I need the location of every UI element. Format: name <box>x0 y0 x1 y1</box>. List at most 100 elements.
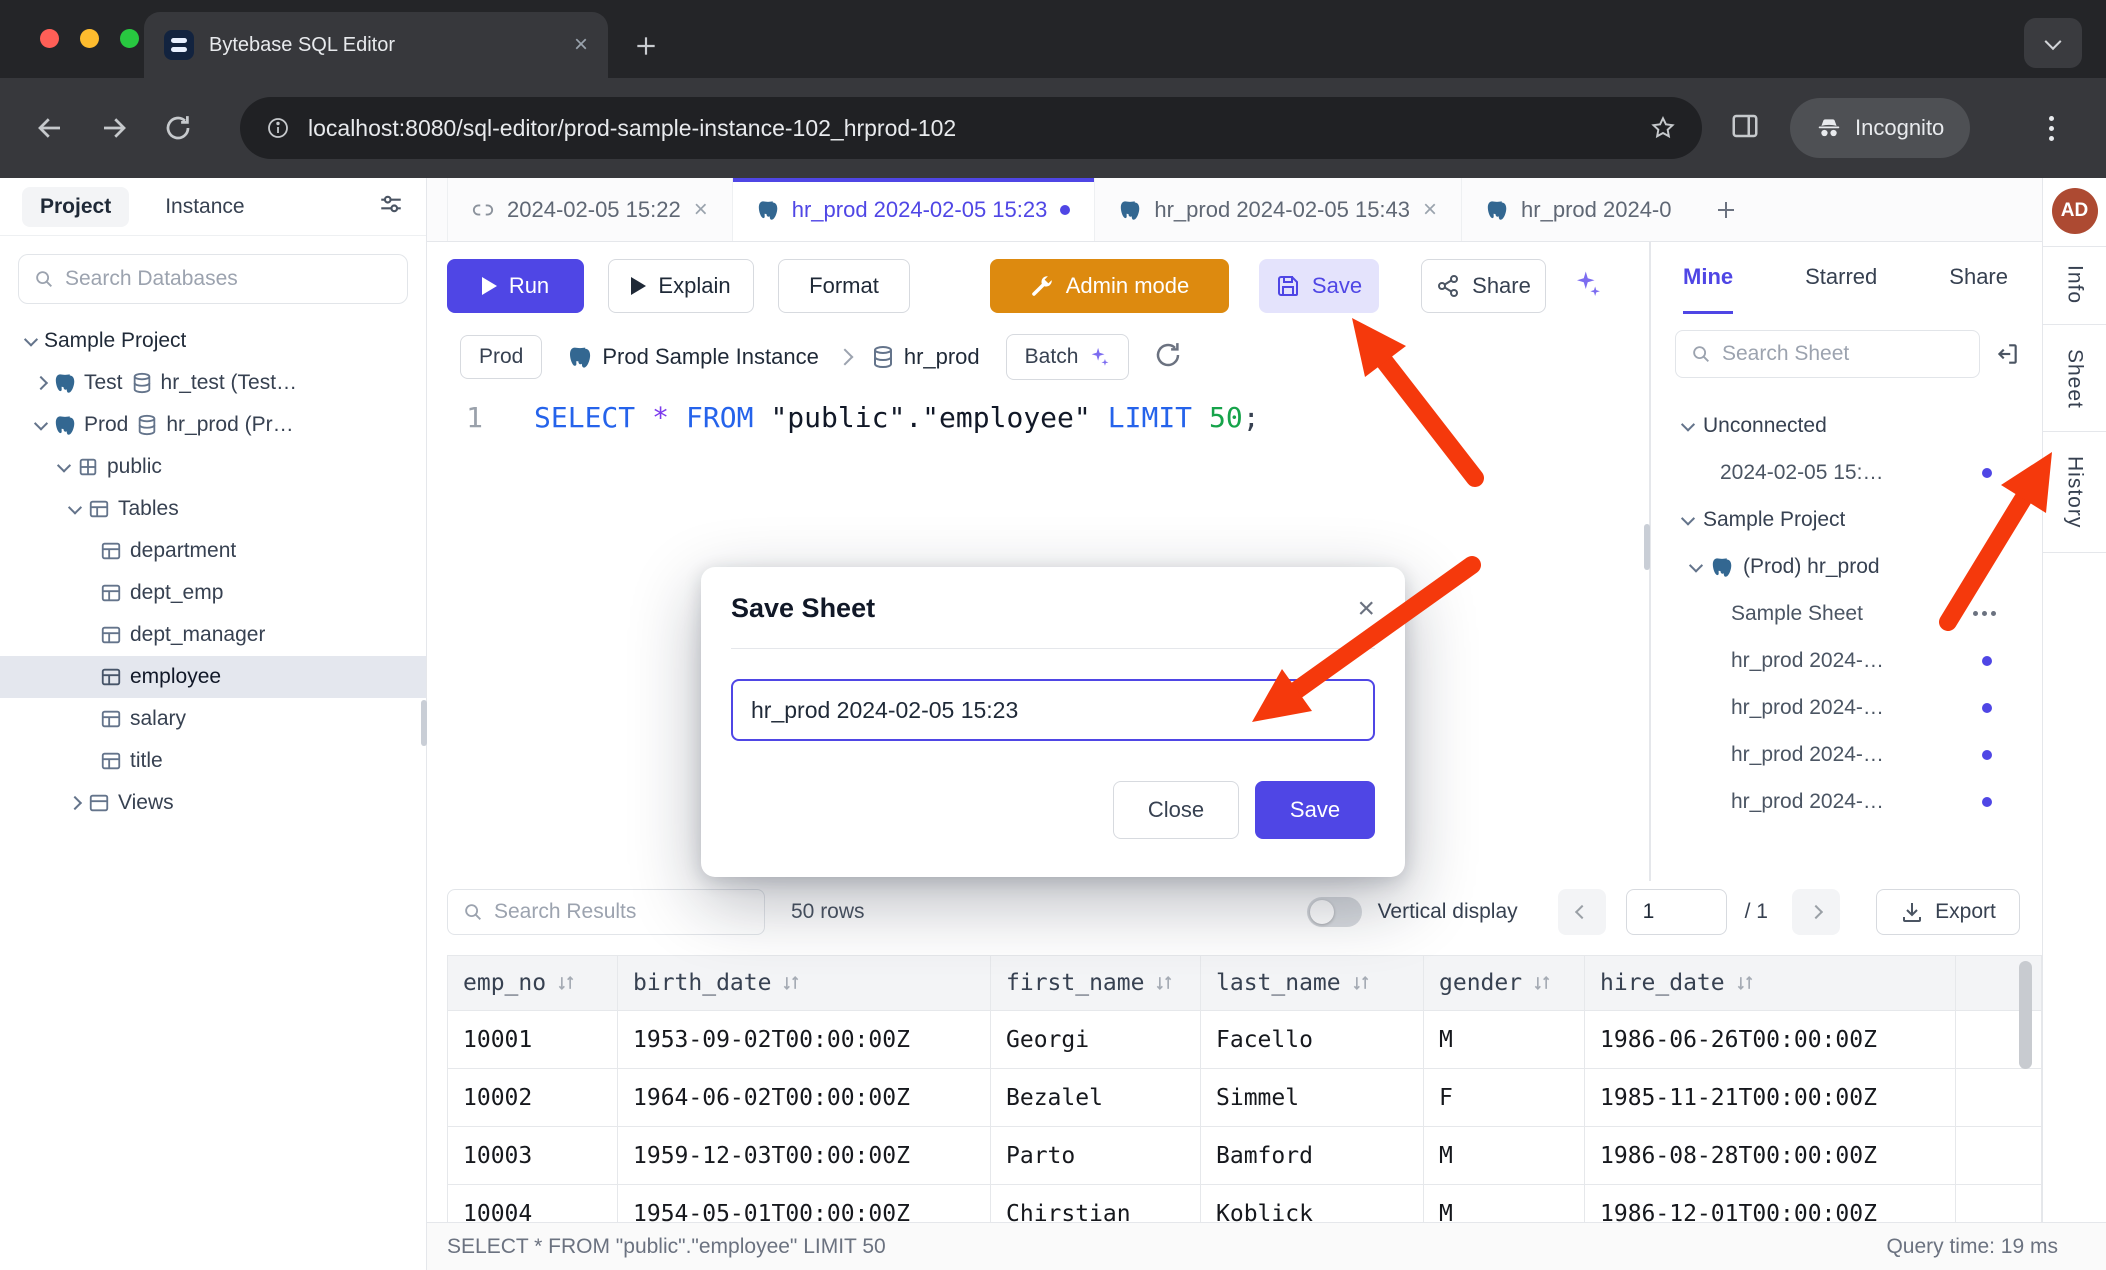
sheet-tab-active[interactable]: hr_prod 2024-02-05 15:23 <box>733 178 1096 241</box>
instance-breadcrumb[interactable]: Prod Sample Instance <box>568 344 818 370</box>
collapse-panel-icon[interactable] <box>1994 341 2020 367</box>
user-avatar[interactable]: AD <box>2052 188 2098 234</box>
sheet-tab[interactable]: hr_prod 2024-0 <box>1462 178 1695 241</box>
share-button[interactable]: Share <box>1421 259 1546 313</box>
admin-mode-button[interactable]: Admin mode <box>990 259 1229 313</box>
column-header[interactable]: last_name <box>1201 955 1424 1011</box>
tree-node-tables[interactable]: Tables <box>0 488 426 530</box>
sheet-tab[interactable]: 2024-02-05 15:22 × <box>447 178 733 241</box>
sheet-search-input[interactable] <box>1722 342 1965 366</box>
rail-tab-sheet[interactable]: Sheet <box>2063 349 2087 409</box>
cell[interactable]: Bamford <box>1201 1127 1424 1185</box>
tree-node-project[interactable]: Sample Project <box>0 320 426 362</box>
cell[interactable]: 10003 <box>447 1127 618 1185</box>
panel-resize-handle[interactable] <box>1644 524 1650 570</box>
tree-node-table[interactable]: salary <box>0 698 426 740</box>
column-header[interactable]: hire_date <box>1585 955 1956 1011</box>
prev-page-button[interactable] <box>1558 889 1606 935</box>
sheet-item[interactable]: 2024-02-05 15:… <box>1651 449 2042 496</box>
results-search[interactable] <box>447 889 765 935</box>
cell[interactable]: Koblick <box>1201 1185 1424 1222</box>
sidebar-tab-project[interactable]: Project <box>22 187 129 227</box>
explain-button[interactable]: Explain <box>608 259 754 313</box>
environment-chip[interactable]: Prod <box>460 335 542 379</box>
ai-assistant-button[interactable] <box>1572 269 1602 304</box>
sort-icon[interactable] <box>556 973 576 993</box>
database-breadcrumb[interactable]: hr_prod <box>871 344 980 370</box>
cell[interactable]: Bezalel <box>991 1069 1201 1127</box>
window-close-button[interactable] <box>40 29 59 48</box>
tree-node-schema-public[interactable]: public <box>0 446 426 488</box>
sort-icon[interactable] <box>781 973 801 993</box>
rail-tab-history[interactable]: History <box>2063 456 2087 528</box>
sheet-tab[interactable]: hr_prod 2024-02-05 15:43 × <box>1095 178 1462 241</box>
tab-starred[interactable]: Starred <box>1805 242 1877 314</box>
vertical-display-toggle[interactable] <box>1307 897 1362 927</box>
cell[interactable]: M <box>1424 1127 1585 1185</box>
cell[interactable]: 10002 <box>447 1069 618 1127</box>
window-minimize-button[interactable] <box>80 29 99 48</box>
sheet-search[interactable] <box>1675 330 1980 378</box>
sort-icon[interactable] <box>1154 973 1174 993</box>
cell[interactable]: 1964-06-02T00:00:00Z <box>618 1069 991 1127</box>
batch-button[interactable]: Batch <box>1006 334 1130 380</box>
page-number-input[interactable] <box>1626 889 1727 935</box>
tree-node-test-database[interactable]: Test hr_test (Test… <box>0 362 426 404</box>
run-button[interactable]: Run <box>447 259 584 313</box>
cell[interactable]: Georgi <box>991 1011 1201 1069</box>
dialog-save-button[interactable]: Save <box>1255 781 1375 839</box>
cell[interactable]: 10001 <box>447 1011 618 1069</box>
sheet-item[interactable]: hr_prod 2024-… <box>1651 731 2042 778</box>
more-menu-icon[interactable] <box>1973 611 1996 616</box>
table-row[interactable]: 10001 1953-09-02T00:00:00Z Georgi Facell… <box>447 1011 2042 1069</box>
results-search-input[interactable] <box>494 900 750 924</box>
sidebar-resize-handle[interactable] <box>421 700 427 746</box>
table-scrollbar[interactable] <box>2019 961 2032 1069</box>
cell[interactable]: Parto <box>991 1127 1201 1185</box>
dialog-close-icon[interactable]: × <box>1357 594 1375 624</box>
close-tab-icon[interactable]: × <box>694 198 708 222</box>
cell[interactable]: 1986-08-28T00:00:00Z <box>1585 1127 1956 1185</box>
cell[interactable]: M <box>1424 1185 1585 1222</box>
refresh-connection-button[interactable] <box>1153 340 1183 375</box>
sheet-name-input[interactable] <box>731 679 1375 741</box>
tab-search-button[interactable] <box>2024 18 2082 68</box>
forward-button[interactable] <box>88 102 140 154</box>
tree-node-table[interactable]: dept_emp <box>0 572 426 614</box>
sheet-item[interactable]: hr_prod 2024-… <box>1651 778 2042 825</box>
browser-tab-close-icon[interactable]: × <box>574 33 588 57</box>
cell[interactable]: Facello <box>1201 1011 1424 1069</box>
database-search-input[interactable] <box>65 267 393 291</box>
tab-share[interactable]: Share <box>1949 242 2008 314</box>
sheet-item[interactable]: hr_prod 2024-… <box>1651 684 2042 731</box>
sheet-item[interactable]: Sample Sheet <box>1651 590 2042 637</box>
tree-node-prod-database[interactable]: Prod hr_prod (Pr… <box>0 404 426 446</box>
cell[interactable]: 1986-06-26T00:00:00Z <box>1585 1011 1956 1069</box>
address-bar[interactable]: localhost:8080/sql-editor/prod-sample-in… <box>240 97 1702 159</box>
back-button[interactable] <box>24 102 76 154</box>
table-row[interactable]: 10003 1959-12-03T00:00:00Z Parto Bamford… <box>447 1127 2042 1185</box>
browser-tab[interactable]: Bytebase SQL Editor × <box>144 12 608 78</box>
tree-node-table[interactable]: department <box>0 530 426 572</box>
sort-icon[interactable] <box>1735 973 1755 993</box>
database-search[interactable] <box>18 254 408 304</box>
cell[interactable]: 1986-12-01T00:00:00Z <box>1585 1185 1956 1222</box>
sql-editor[interactable]: 1 SELECT*FROM"public"."employee"LIMIT50; <box>427 398 1649 438</box>
tab-mine[interactable]: Mine <box>1683 242 1733 314</box>
export-button[interactable]: Export <box>1876 889 2020 935</box>
dialog-close-button[interactable]: Close <box>1113 781 1239 839</box>
new-tab-button[interactable] <box>622 22 670 70</box>
browser-menu-button[interactable] <box>2049 116 2054 141</box>
close-tab-icon[interactable]: × <box>1423 198 1437 222</box>
sidebar-filter-button[interactable] <box>378 191 404 223</box>
rail-tab-info[interactable]: Info <box>2063 265 2087 304</box>
cell[interactable]: Chirstian <box>991 1185 1201 1222</box>
window-zoom-button[interactable] <box>120 29 139 48</box>
cell[interactable]: 1954-05-01T00:00:00Z <box>618 1185 991 1222</box>
column-header[interactable]: gender <box>1424 955 1585 1011</box>
tree-node-table[interactable]: dept_manager <box>0 614 426 656</box>
new-sheet-tab-button[interactable] <box>1696 178 1756 241</box>
cell[interactable]: 1953-09-02T00:00:00Z <box>618 1011 991 1069</box>
column-header[interactable]: first_name <box>991 955 1201 1011</box>
sidebar-tab-instance[interactable]: Instance <box>165 195 244 219</box>
